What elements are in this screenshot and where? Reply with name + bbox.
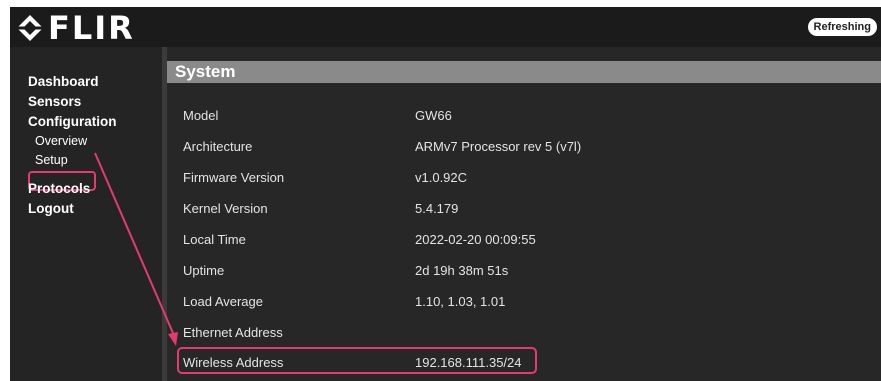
info-row-architecture: Architecture ARMv7 Processor rev 5 (v7l) bbox=[167, 133, 881, 164]
sidebar-nav: Dashboard Sensors Configuration Overview… bbox=[10, 47, 162, 381]
info-row-uptime: Uptime 2d 19h 38m 51s bbox=[167, 257, 881, 288]
sidebar-subitem-setup[interactable]: Setup bbox=[35, 152, 68, 168]
row-label: Firmware Version bbox=[183, 170, 285, 185]
flir-gateway-app: FLIR Refreshing Dashboard Sensors Config… bbox=[10, 7, 881, 381]
brand-logo[interactable]: FLIR bbox=[16, 9, 135, 47]
info-row-kernel-version: Kernel Version 5.4.179 bbox=[167, 195, 881, 226]
sidebar-item-dashboard[interactable]: Dashboard bbox=[28, 73, 99, 91]
row-value: v1.0.92C bbox=[415, 170, 468, 185]
row-value: 5.4.179 bbox=[415, 201, 459, 216]
row-value: ARMv7 Processor rev 5 (v7l) bbox=[415, 139, 582, 154]
sidebar-subitem-overview[interactable]: Overview bbox=[35, 133, 87, 149]
info-row-local-time: Local Time 2022-02-20 00:09:55 bbox=[167, 226, 881, 257]
wireless-address-highlight-box bbox=[177, 347, 537, 374]
main-content: System Model GW66 Architecture ARMv7 Pro… bbox=[167, 47, 881, 381]
sidebar-item-protocols[interactable]: Protocols bbox=[28, 180, 90, 198]
row-value: 2022-02-20 00:09:55 bbox=[415, 232, 536, 247]
info-row-ethernet-address: Ethernet Address bbox=[167, 319, 881, 350]
info-row-firmware-version: Firmware Version v1.0.92C bbox=[167, 164, 881, 195]
row-label: Model bbox=[183, 108, 219, 123]
row-value: GW66 bbox=[415, 108, 452, 123]
row-value: 1.10, 1.03, 1.01 bbox=[415, 294, 506, 309]
document-crop-strip bbox=[0, 0, 881, 7]
header-bar: FLIR Refreshing bbox=[10, 7, 881, 47]
row-label: Kernel Version bbox=[183, 201, 268, 216]
sidebar-item-configuration[interactable]: Configuration bbox=[28, 113, 116, 131]
flir-logo-icon bbox=[16, 14, 44, 42]
info-row-load-average: Load Average 1.10, 1.03, 1.01 bbox=[167, 288, 881, 319]
row-label: Architecture bbox=[183, 139, 253, 154]
section-title: System bbox=[175, 62, 236, 81]
row-label: Ethernet Address bbox=[183, 325, 283, 340]
row-value: 2d 19h 38m 51s bbox=[415, 263, 509, 278]
sidebar-item-sensors[interactable]: Sensors bbox=[28, 93, 81, 111]
refreshing-status-badge: Refreshing bbox=[807, 18, 877, 36]
system-section-header: System bbox=[167, 61, 881, 83]
sidebar-item-logout[interactable]: Logout bbox=[28, 200, 74, 218]
row-label: Load Average bbox=[183, 294, 263, 309]
row-label: Uptime bbox=[183, 263, 225, 278]
row-label: Local Time bbox=[183, 232, 246, 247]
brand-name: FLIR bbox=[48, 9, 135, 47]
info-row-model: Model GW66 bbox=[167, 102, 881, 133]
